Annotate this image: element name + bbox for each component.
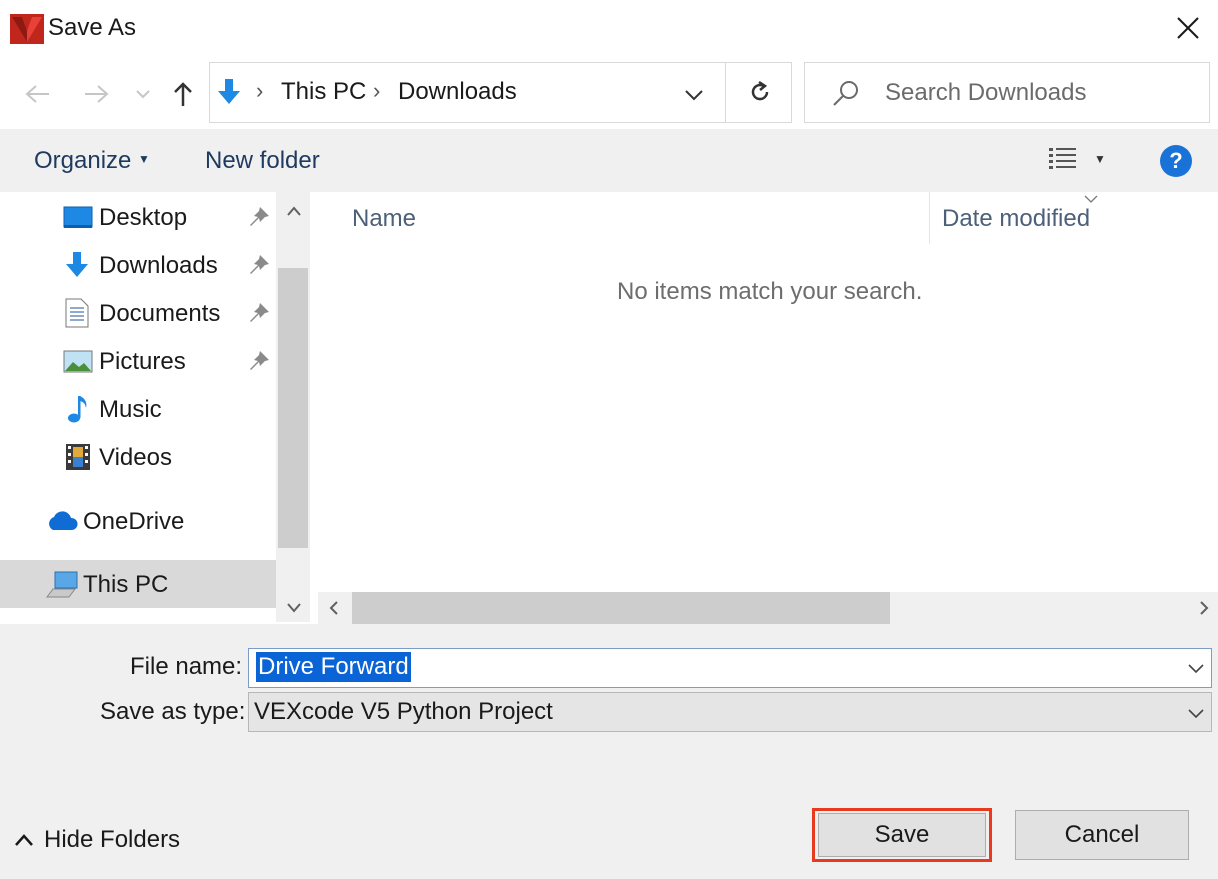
sidebar-item-downloads[interactable]: Downloads (0, 242, 276, 290)
sidebar-scrollbar-thumb[interactable] (278, 268, 308, 548)
organize-button[interactable]: Organize (34, 147, 131, 175)
pin-icon[interactable] (248, 302, 270, 329)
downloads-icon (64, 251, 90, 284)
toolbar (0, 129, 1218, 192)
arrow-right-icon (85, 85, 109, 103)
help-icon[interactable]: ? (1160, 145, 1192, 177)
breadcrumb-separator-icon: › (373, 78, 381, 103)
search-placeholder: Search Downloads (885, 79, 1087, 106)
sidebar-item-label: OneDrive (83, 508, 185, 535)
sidebar-item-onedrive[interactable]: OneDrive (0, 498, 276, 546)
sidebar-item-music[interactable]: Music (0, 386, 276, 434)
sort-indicator-icon (1084, 190, 1098, 206)
onedrive-icon (45, 510, 79, 537)
scroll-up-icon[interactable] (286, 204, 302, 222)
chevron-up-icon (15, 834, 33, 846)
sidebar-item-label: Videos (99, 444, 172, 471)
downloads-folder-icon (216, 78, 242, 111)
address-dropdown-button[interactable] (684, 88, 704, 106)
new-folder-button[interactable]: New folder (205, 147, 320, 175)
hide-folders-label: Hide Folders (44, 826, 181, 853)
column-header-name[interactable]: Name (352, 205, 416, 233)
chevron-down-icon (136, 90, 150, 99)
arrow-up-icon (174, 82, 192, 106)
documents-icon (65, 298, 89, 333)
pin-icon[interactable] (248, 206, 270, 233)
view-options-icon[interactable] (1048, 146, 1078, 177)
view-dropdown-icon[interactable]: ▼ (1094, 152, 1106, 166)
hide-folders-button[interactable]: Hide Folders (14, 826, 180, 854)
title-bar (0, 0, 1218, 58)
vexcode-logo-icon (10, 14, 44, 44)
refresh-button[interactable] (748, 80, 772, 109)
empty-folder-message: No items match your search. (617, 278, 923, 305)
sidebar-item-label: Documents (99, 300, 221, 327)
recent-locations-button[interactable] (130, 72, 156, 116)
sidebar-item-label: Downloads (99, 252, 218, 279)
save-as-type-dropdown-icon[interactable] (1188, 706, 1204, 724)
desktop-icon (63, 206, 93, 235)
column-header-date-modified[interactable]: Date modified (942, 205, 1090, 233)
breadcrumb-this-pc[interactable]: This PC (281, 78, 366, 106)
column-separator[interactable] (929, 192, 930, 244)
up-button[interactable] (166, 72, 200, 116)
close-icon (1177, 17, 1199, 39)
scroll-left-icon[interactable] (328, 601, 340, 620)
save-as-type-label: Save as type: (100, 698, 246, 725)
horizontal-scrollbar-thumb[interactable] (352, 592, 890, 624)
file-name-value[interactable]: Drive Forward (256, 652, 411, 682)
scroll-down-icon[interactable] (286, 601, 302, 619)
sidebar-item-pictures[interactable]: Pictures (0, 338, 276, 386)
sidebar-item-label: Pictures (99, 348, 186, 375)
sidebar-item-label: This PC (83, 571, 169, 598)
save-button[interactable]: Save (818, 813, 986, 857)
sidebar-item-videos[interactable]: Videos (0, 434, 276, 482)
sidebar-item-label: Music (99, 396, 162, 423)
back-button[interactable] (18, 72, 58, 116)
refresh-icon (751, 80, 769, 101)
pin-icon[interactable] (248, 350, 270, 377)
address-separator (725, 62, 726, 123)
breadcrumb-separator-icon: › (256, 78, 264, 103)
cancel-button[interactable]: Cancel (1015, 810, 1189, 860)
scroll-right-icon[interactable] (1198, 601, 1210, 620)
pin-icon[interactable] (248, 254, 270, 281)
window-title: Save As (48, 14, 137, 41)
videos-icon (65, 443, 91, 476)
save-as-type-value: VEXcode V5 Python Project (254, 698, 553, 725)
sidebar-item-documents[interactable]: Documents (0, 290, 276, 338)
music-icon (66, 394, 90, 429)
close-button[interactable] (1164, 8, 1212, 48)
sidebar-item-desktop[interactable]: Desktop (0, 194, 276, 242)
caret-down-icon: ▼ (138, 152, 150, 166)
search-icon (832, 80, 860, 111)
sidebar-item-label: Desktop (99, 204, 188, 231)
this-pc-icon (45, 571, 79, 604)
arrow-left-icon (25, 85, 49, 103)
breadcrumb-downloads[interactable]: Downloads (398, 78, 517, 106)
file-name-dropdown-icon[interactable] (1188, 661, 1204, 679)
file-name-label: File name: (130, 653, 243, 680)
forward-button[interactable] (76, 72, 116, 116)
sidebar-item-this-pc[interactable]: This PC (0, 561, 276, 609)
pictures-icon (63, 350, 93, 379)
chevron-down-icon (685, 90, 703, 101)
